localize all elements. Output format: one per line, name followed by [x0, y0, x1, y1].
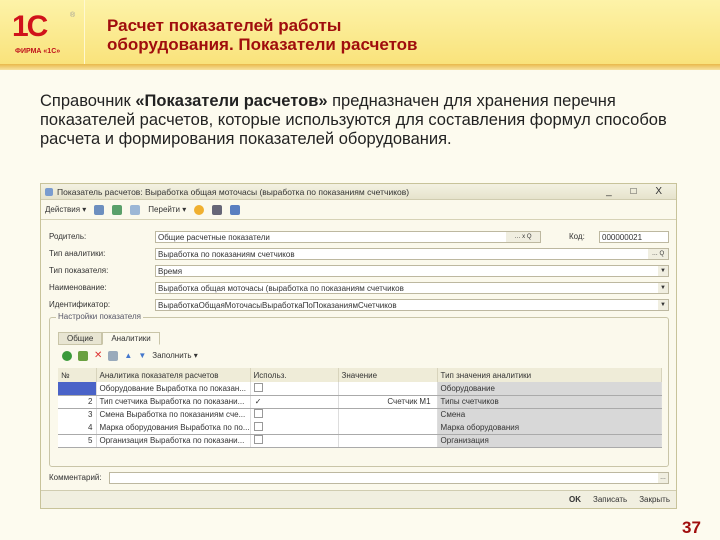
- close-button[interactable]: Закрыть: [639, 495, 670, 504]
- delete-icon[interactable]: ✕: [94, 350, 102, 361]
- used-checkbox[interactable]: [253, 435, 263, 444]
- tab-analytics[interactable]: Аналитики: [102, 332, 160, 345]
- analytics-type-input[interactable]: Выработка по показаниям счетчиков… Q: [155, 247, 669, 260]
- edit-icon[interactable]: [78, 350, 88, 361]
- ok-button[interactable]: OK: [569, 495, 581, 504]
- indicator-settings-group: Настройки показателя Общие Аналитики ✕ ▲…: [49, 312, 669, 467]
- move-down-icon[interactable]: ▼: [138, 351, 146, 360]
- value-type-cell[interactable]: Марка оборудования: [437, 421, 663, 435]
- row-number[interactable]: 5: [58, 434, 97, 448]
- used-cell[interactable]: [250, 421, 339, 435]
- value-type-cell[interactable]: Смена: [437, 408, 663, 421]
- window-controls[interactable]: _ □ X: [606, 186, 670, 197]
- field-parent: Родитель: Общие расчетные показатели… x …: [49, 230, 669, 243]
- value-cell[interactable]: Счетчик М1: [338, 395, 438, 409]
- copy-icon[interactable]: [130, 204, 141, 215]
- row-number[interactable]: [58, 382, 97, 396]
- analytics-name[interactable]: Марка оборудования Выработка по по...: [96, 421, 251, 435]
- move-up-icon[interactable]: ▲: [124, 351, 132, 360]
- goto-menu[interactable]: Перейти ▾: [148, 205, 186, 214]
- used-cell[interactable]: [250, 382, 339, 396]
- table-row[interactable]: 4 Марка оборудования Выработка по по... Ма…: [58, 421, 663, 435]
- chevron-down-icon[interactable]: ▼: [658, 282, 668, 293]
- analytics-name[interactable]: Оборудование Выработка по показан...: [96, 382, 251, 396]
- header-separator: [84, 0, 85, 64]
- analytics-name[interactable]: Организация Выработка по показани...: [96, 434, 251, 448]
- table-row[interactable]: Оборудование Выработка по показан... Обор…: [58, 382, 663, 396]
- analytics-table: № Аналитика показателя расчетов Использ.…: [58, 368, 663, 448]
- value-type-cell[interactable]: Организация: [437, 434, 663, 448]
- field-indicator-type: Тип показателя: Время ▼: [49, 264, 669, 277]
- refresh-icon[interactable]: [112, 204, 123, 215]
- used-cell[interactable]: ✓: [250, 395, 339, 409]
- save-icon[interactable]: [94, 204, 105, 215]
- comment-input[interactable]: …: [109, 471, 669, 484]
- end-edit-icon[interactable]: [108, 350, 119, 361]
- add-icon[interactable]: [62, 350, 72, 361]
- field-name: Наименование: Выработка общая моточасы (…: [49, 281, 669, 294]
- list-icon[interactable]: [212, 204, 223, 215]
- header-divider: [0, 64, 720, 70]
- used-cell[interactable]: [250, 434, 339, 448]
- used-checkbox[interactable]: ✓: [253, 397, 263, 407]
- fill-menu[interactable]: Заполнить ▾: [152, 351, 198, 360]
- table-row[interactable]: 3 Смена Выработка по показаниям сче... Сме…: [58, 408, 663, 421]
- value-cell[interactable]: [338, 408, 438, 421]
- logo: 1С ® ФИРМА «1С»: [12, 10, 76, 55]
- form-window: Показатель расчетов: Выработка общая мот…: [40, 183, 677, 509]
- used-checkbox[interactable]: [253, 382, 263, 392]
- form-buttons: OK Записать Закрыть: [41, 490, 676, 508]
- slide-title: Расчет показателей работы оборудования. П…: [107, 16, 418, 54]
- toolbar: Действия ▾ Перейти ▾: [41, 200, 676, 220]
- analytics-name[interactable]: Смена Выработка по показаниям сче...: [96, 408, 251, 421]
- indicator-type-select[interactable]: Время ▼: [155, 264, 669, 277]
- tab-general[interactable]: Общие: [58, 332, 103, 345]
- field-analytics-type: Тип аналитики: Выработка по показаниям с…: [49, 247, 669, 260]
- table-row[interactable]: 2 Тип счетчика Выработка по показани... ✓ С…: [58, 395, 663, 409]
- window-titlebar: Показатель расчетов: Выработка общая мот…: [41, 184, 676, 200]
- table-toolbar: ✕ ▲ ▼ Заполнить ▾: [62, 350, 198, 361]
- save-button[interactable]: Записать: [593, 495, 627, 504]
- search-button[interactable]: … Q: [648, 248, 668, 259]
- intro-text: Справочник «Показатели расчетов» предназ…: [40, 92, 667, 148]
- actions-menu[interactable]: Действия ▾: [45, 205, 86, 214]
- name-input[interactable]: Выработка общая моточасы (выработка по п…: [155, 281, 669, 294]
- select-button[interactable]: …: [658, 472, 668, 483]
- row-number[interactable]: 2: [58, 395, 97, 409]
- analytics-name[interactable]: Тип счетчика Выработка по показани...: [96, 395, 251, 409]
- help-icon[interactable]: [194, 204, 205, 215]
- used-cell[interactable]: [250, 408, 339, 421]
- value-cell[interactable]: [338, 421, 438, 435]
- row-number[interactable]: 3: [58, 408, 97, 421]
- structure-icon[interactable]: [230, 204, 241, 215]
- page-number: 37: [682, 518, 701, 537]
- value-cell[interactable]: [338, 382, 438, 396]
- identifier-input[interactable]: ВыработкаОбщаяМоточасыВыработкаПоПоказан…: [155, 298, 669, 311]
- chevron-down-icon[interactable]: ▼: [658, 299, 668, 310]
- table-header: № Аналитика показателя расчетов Использ.…: [58, 368, 663, 382]
- code-input[interactable]: 000000021: [599, 230, 669, 243]
- parent-input[interactable]: Общие расчетные показатели… x Q: [155, 230, 541, 243]
- field-identifier: Идентификатор: ВыработкаОбщаяМоточасыВыр…: [49, 298, 669, 311]
- value-type-cell[interactable]: Типы счетчиков: [437, 395, 663, 409]
- select-clear-search-buttons[interactable]: … x Q: [506, 231, 540, 242]
- row-number[interactable]: 4: [58, 421, 97, 435]
- used-checkbox[interactable]: [253, 421, 263, 431]
- form-icon: [45, 187, 53, 196]
- chevron-down-icon[interactable]: ▼: [658, 265, 668, 276]
- field-comment: Комментарий: …: [49, 471, 669, 484]
- used-checkbox[interactable]: [253, 409, 263, 419]
- table-row[interactable]: 5 Организация Выработка по показани... Орг…: [58, 434, 663, 448]
- value-cell[interactable]: [338, 434, 438, 448]
- value-type-cell[interactable]: Оборудование: [437, 382, 663, 396]
